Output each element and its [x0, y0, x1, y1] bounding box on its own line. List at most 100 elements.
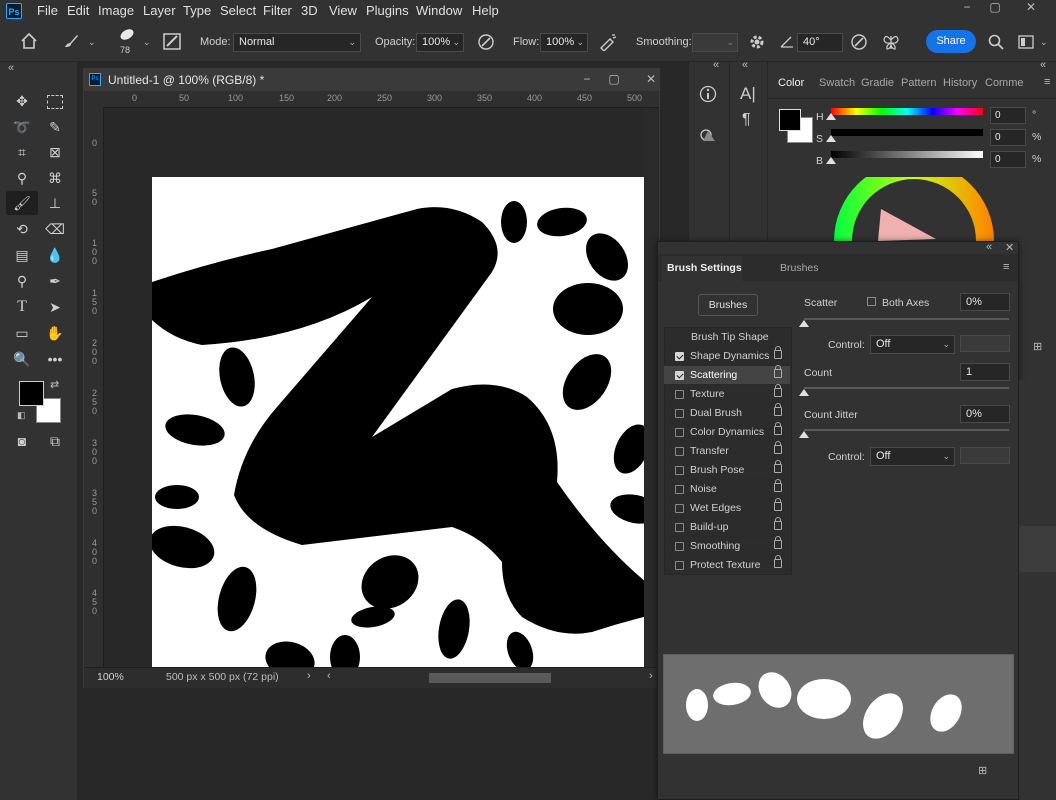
hand-tool-icon[interactable]: ✋: [42, 321, 68, 345]
both-axes-checkbox[interactable]: [867, 297, 876, 306]
scatter-slider-thumb[interactable]: [799, 320, 809, 327]
lock-icon[interactable]: [774, 498, 782, 511]
tab-history[interactable]: History: [943, 77, 977, 89]
pen-tool-icon[interactable]: ✒: [42, 269, 68, 293]
smoothing-input[interactable]: ⌄: [692, 33, 738, 52]
protect-texture-checkbox[interactable]: [675, 561, 684, 570]
wet-edges-checkbox[interactable]: [675, 504, 684, 513]
crop-tool-icon[interactable]: ⌗: [9, 140, 35, 164]
screen-mode-icon[interactable]: ⧉: [42, 429, 68, 453]
eraser-tool-icon[interactable]: ⌫: [42, 217, 68, 241]
layer-row-fragment[interactable]: [1019, 526, 1056, 572]
chevron-down-icon[interactable]: ⌄: [1040, 37, 1048, 48]
menu-type[interactable]: Type: [183, 3, 211, 18]
quick-mask-icon[interactable]: ◙: [9, 429, 35, 453]
foreground-color-swatch-front[interactable]: [19, 381, 44, 406]
panel-close-icon[interactable]: ✕: [1005, 241, 1014, 254]
brush-settings-toggle-icon[interactable]: [163, 33, 181, 50]
brushes-button[interactable]: Brushes: [698, 294, 758, 316]
menu-image[interactable]: Image: [98, 3, 134, 18]
count-jitter-slider-thumb[interactable]: [799, 431, 809, 438]
swap-colors-icon[interactable]: ⇄: [50, 378, 59, 391]
ruler-vertical[interactable]: 0 5 0 1 0 0 1 5 0 2 0 0 2 5 0 3 0 0 3 5 …: [84, 107, 104, 667]
saturation-slider-thumb[interactable]: [826, 135, 836, 142]
close-button[interactable]: ✕: [1018, 0, 1044, 16]
collapse-panel-icon[interactable]: «: [986, 241, 992, 253]
clone-stamp-tool-icon[interactable]: ⊥: [42, 191, 68, 215]
option-color-dynamics[interactable]: Color Dynamics: [664, 422, 790, 442]
gradient-tool-icon[interactable]: ▤: [9, 243, 35, 267]
option-noise[interactable]: Noise: [664, 479, 790, 499]
count-slider-thumb[interactable]: [799, 389, 809, 396]
ruler-horizontal[interactable]: 0 50 100 150 200 250 300 350 400 450 500: [103, 91, 659, 108]
marquee-tool-icon[interactable]: [42, 89, 68, 113]
saturation-slider[interactable]: [831, 129, 983, 136]
option-build-up[interactable]: Build-up: [664, 517, 790, 537]
maximize-button[interactable]: ▢: [982, 0, 1008, 16]
airbrush-icon[interactable]: [598, 33, 618, 51]
option-smoothing[interactable]: Smoothing: [664, 536, 790, 556]
lock-icon[interactable]: [774, 517, 782, 530]
option-scattering[interactable]: Scattering: [664, 365, 790, 385]
angle-input[interactable]: 40°: [797, 33, 843, 52]
type-tool-icon[interactable]: T: [9, 295, 35, 319]
option-brush-pose[interactable]: Brush Pose: [664, 460, 790, 480]
flow-input[interactable]: 100% ⌄: [540, 33, 588, 52]
share-button[interactable]: Share: [926, 30, 976, 53]
shapes-icon[interactable]: [699, 126, 717, 144]
lock-icon[interactable]: [774, 536, 782, 549]
history-brush-tool-icon[interactable]: ⟲: [9, 217, 35, 241]
count-input[interactable]: 1: [960, 363, 1010, 381]
lock-icon[interactable]: [774, 365, 782, 378]
build-up-checkbox[interactable]: [675, 523, 684, 532]
scattering-checkbox[interactable]: [675, 371, 684, 380]
minimize-button[interactable]: −: [954, 0, 980, 16]
menu-3d[interactable]: 3D: [301, 3, 318, 18]
symmetry-butterfly-icon[interactable]: [881, 32, 901, 52]
foreground-color-swatch[interactable]: [779, 109, 801, 131]
lock-icon[interactable]: [774, 422, 782, 435]
canvas-pasteboard[interactable]: [104, 108, 659, 677]
menu-view[interactable]: View: [329, 3, 357, 18]
menu-file[interactable]: File: [37, 3, 58, 18]
dual-brush-checkbox[interactable]: [675, 409, 684, 418]
option-shape-dynamics[interactable]: Shape Dynamics: [664, 346, 790, 366]
tab-brushes[interactable]: Brushes: [780, 262, 819, 274]
tab-color[interactable]: Color: [778, 77, 804, 89]
collapse-panel-icon[interactable]: «: [713, 59, 719, 71]
brightness-slider-thumb[interactable]: [826, 157, 836, 164]
menu-layer[interactable]: Layer: [143, 3, 176, 18]
blur-tool-icon[interactable]: 💧: [42, 243, 68, 267]
option-wet-edges[interactable]: Wet Edges: [664, 498, 790, 518]
spot-healing-tool-icon[interactable]: ⌘: [42, 166, 68, 190]
brightness-value[interactable]: 0: [990, 151, 1026, 168]
chevron-down-icon[interactable]: ⌄: [143, 37, 151, 48]
count-slider[interactable]: [804, 387, 1009, 389]
control-select-2[interactable]: Off ⌄: [870, 447, 955, 466]
transfer-checkbox[interactable]: [675, 447, 684, 456]
lock-icon[interactable]: [774, 346, 782, 359]
opacity-input[interactable]: 100% ⌄: [416, 33, 464, 52]
rectangle-tool-icon[interactable]: ▭: [9, 321, 35, 345]
vertical-scrollbar[interactable]: [644, 108, 658, 667]
home-icon[interactable]: [20, 33, 38, 49]
option-transfer[interactable]: Transfer: [664, 441, 790, 461]
option-dual-brush[interactable]: Dual Brush: [664, 403, 790, 423]
tab-brush-settings[interactable]: Brush Settings: [662, 256, 742, 281]
panel-menu-icon[interactable]: ≡: [1003, 261, 1009, 273]
color-dynamics-checkbox[interactable]: [675, 428, 684, 437]
doc-maximize-button[interactable]: ▢: [601, 72, 627, 88]
more-tools-icon[interactable]: •••: [42, 347, 68, 371]
brush-tip-preview[interactable]: [117, 27, 137, 42]
brightness-slider[interactable]: [831, 151, 983, 158]
menu-select[interactable]: Select: [220, 3, 256, 18]
color-wheel[interactable]: [826, 177, 1002, 241]
add-icon[interactable]: ⊞: [1033, 340, 1042, 353]
document-canvas[interactable]: [152, 177, 652, 677]
lasso-tool-icon[interactable]: ➰: [9, 115, 35, 139]
menu-help[interactable]: Help: [472, 3, 499, 18]
tab-gradients[interactable]: Gradie: [861, 77, 894, 89]
lock-icon[interactable]: [774, 479, 782, 492]
info-icon[interactable]: [699, 85, 717, 103]
chevron-down-icon[interactable]: ⌄: [88, 37, 96, 48]
